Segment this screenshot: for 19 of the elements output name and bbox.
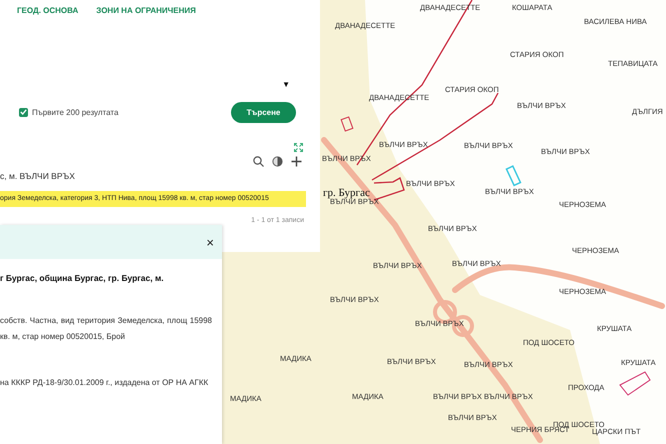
dropdown-arrow-icon[interactable]: ▼ xyxy=(282,80,290,92)
details-paragraph: собств. Частна, вид територия Земеделска, площ 15998 кв. м, стар номер 00520015, Брой xyxy=(0,315,212,343)
nav-tab[interactable]: ГЕОД. ОСНОВА xyxy=(17,6,78,20)
details-paragraph: на КККР РД-18-9/30.01.2009 г., издадена от ОР НА АГКК xyxy=(0,377,210,389)
checkbox[interactable] xyxy=(19,108,28,116)
town-label: гр. Бургас xyxy=(323,188,370,199)
checkbox-label: Първите 200 резултата xyxy=(32,108,118,116)
parcel-outline xyxy=(619,371,651,396)
parcel-outline xyxy=(505,165,522,186)
contrast-icon[interactable] xyxy=(272,156,283,166)
search-icon[interactable] xyxy=(253,156,264,166)
details-title: г Бургас, община Бургас, гр. Бургас, м. xyxy=(0,273,165,283)
zoom-in-icon[interactable] xyxy=(291,156,302,166)
expand-icon[interactable] xyxy=(294,143,303,152)
nav-tab[interactable]: ЗОНИ НА ОГРАНИЧЕНИЯ xyxy=(96,6,196,20)
result-location-text: с, м. ВЪЛЧИ ВРЪХ xyxy=(0,171,76,183)
parcel-outline xyxy=(340,116,354,132)
close-button[interactable]: × xyxy=(204,236,216,248)
search-button[interactable]: Търсене xyxy=(231,102,296,122)
